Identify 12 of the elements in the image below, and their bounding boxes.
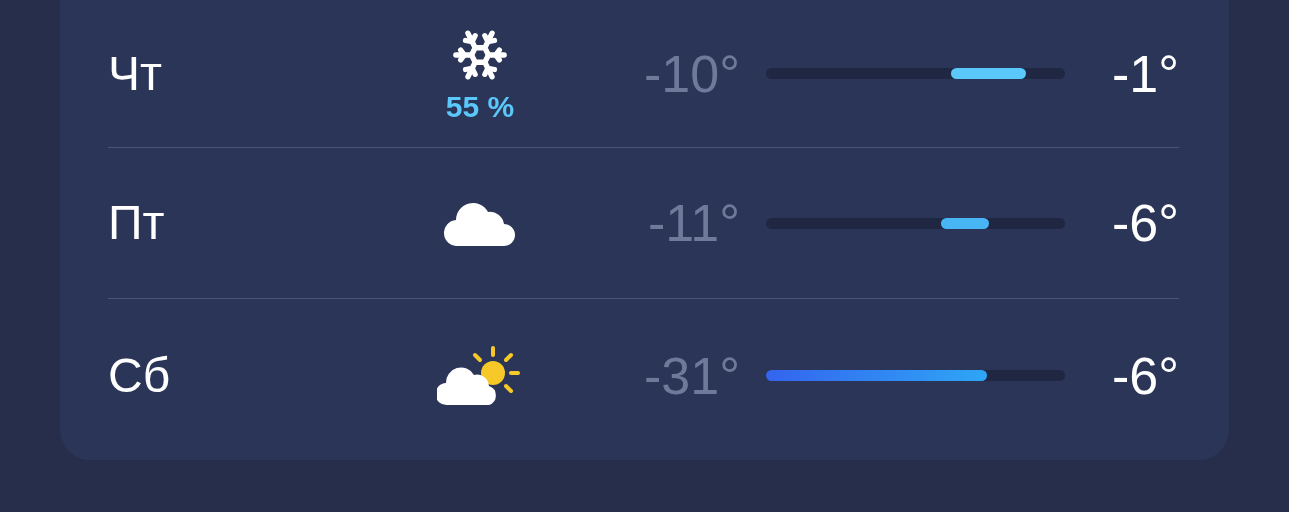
precipitation-chance: 55 %: [445, 91, 515, 122]
day-label: Чт: [108, 49, 163, 98]
high-temperature: -1°: [1110, 47, 1179, 100]
low-temperature: -31°: [643, 349, 740, 402]
low-temperature: -10°: [643, 47, 740, 100]
cloud-icon: [444, 200, 516, 246]
high-temperature: -6°: [1110, 197, 1179, 249]
low-temperature: -11°: [646, 197, 740, 249]
sun-behind-cloud-icon: [437, 344, 523, 407]
high-temperature: -6°: [1110, 349, 1179, 402]
day-label: Пт: [108, 199, 166, 247]
day-label: Сб: [108, 351, 172, 400]
